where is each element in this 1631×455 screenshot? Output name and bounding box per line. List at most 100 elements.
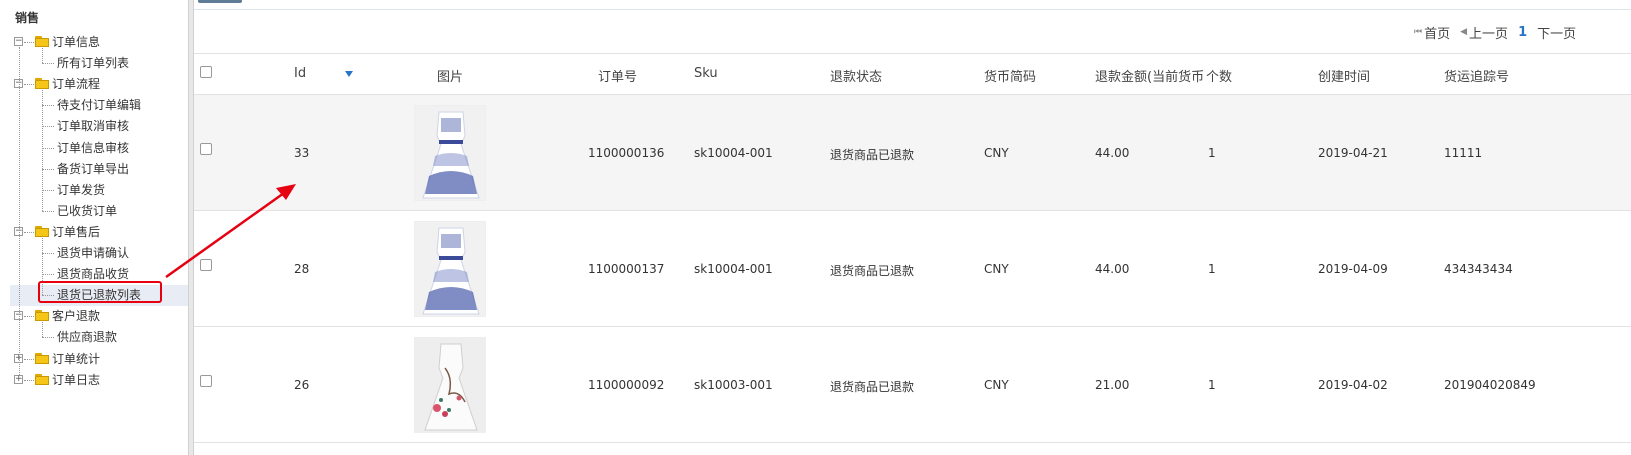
tree-connector xyxy=(42,337,54,339)
select-all-checkbox[interactable] xyxy=(200,66,212,78)
pager-first-label: 首页 xyxy=(1424,26,1451,42)
row-refund-status: 退货商品已退款 xyxy=(830,380,915,394)
tree-leaf-item[interactable]: 供应商退款 xyxy=(57,326,117,347)
table-row[interactable]: 33 1100000136 sk10004-001 退货商品已退款 CNY 44.00 1 2… xyxy=(194,95,1631,211)
tree-leaf-item[interactable]: 退货申请确认 xyxy=(57,242,129,263)
tree-group-label[interactable]: 订单日志 xyxy=(52,369,100,390)
row-order-no: 1100000136 xyxy=(588,146,665,160)
tree-group-label[interactable]: 订单流程 xyxy=(52,73,100,94)
tree-connector xyxy=(42,274,54,276)
tree-connector xyxy=(24,379,34,381)
tree-group-label[interactable]: 订单统计 xyxy=(52,348,100,369)
tree-connector xyxy=(42,126,54,128)
tree-connector xyxy=(42,48,43,64)
tree-connector xyxy=(42,168,54,170)
row-refund-amount: 44.00 xyxy=(1095,262,1130,276)
tree-connector xyxy=(42,105,54,107)
tree-leaf-item[interactable]: 所有订单列表 xyxy=(57,52,129,73)
row-sku: sk10003-001 xyxy=(694,378,773,392)
tree-toggle-icon[interactable]: − xyxy=(14,37,23,46)
row-created: 2019-04-02 xyxy=(1318,378,1388,392)
folder-icon xyxy=(35,225,49,237)
col-currency[interactable]: 货币简码 xyxy=(984,66,1036,85)
annotation-highlight-box xyxy=(38,281,162,303)
row-tracking: 11111 xyxy=(1444,146,1483,160)
folder-icon xyxy=(35,352,49,364)
tree-connector xyxy=(24,42,34,43)
tree-connector xyxy=(42,210,54,212)
tree-leaf-item[interactable]: 订单取消审核 xyxy=(57,115,129,136)
tree-connector xyxy=(42,322,43,338)
col-order-no[interactable]: 订单号 xyxy=(598,66,637,85)
tree-toggle-icon[interactable]: + xyxy=(14,374,23,384)
tree-connector xyxy=(42,63,54,65)
product-image[interactable] xyxy=(414,221,486,317)
tree-connector xyxy=(24,84,34,86)
folder-icon xyxy=(35,310,49,322)
tree-group-label[interactable]: 订单信息 xyxy=(52,31,100,52)
row-refund-status: 退货商品已退款 xyxy=(830,148,915,162)
pager-current[interactable]: 1 xyxy=(1518,25,1527,40)
tree-connector xyxy=(24,316,34,318)
tree-group-label[interactable]: 订单售后 xyxy=(52,221,100,242)
row-id: 33 xyxy=(294,146,310,160)
col-refund-status[interactable]: 退款状态 xyxy=(830,66,882,85)
row-order-no: 1100000092 xyxy=(588,378,665,392)
sidebar-tree: 销售 − 订单信息 所有订单列表 − 订单流程 待支付订单编辑 订单取消审核 订单信息审核 备货… xyxy=(0,0,188,455)
table-row[interactable]: 28 1100000137 sk10004-001 退货商品已退款 CNY 44.00 1 2… xyxy=(194,211,1631,327)
prev-page-icon: ◀ xyxy=(1460,27,1468,37)
pagination: ⏮ 首页 ◀ 上一页 1 下一页 xyxy=(1414,23,1586,42)
tree-leaf-item[interactable]: 订单发货 xyxy=(57,179,105,200)
col-tracking[interactable]: 货运追踪号 xyxy=(1444,66,1509,85)
tree-connector xyxy=(19,47,20,375)
col-qty[interactable]: 个数 xyxy=(1206,66,1232,85)
tree-leaf-item[interactable]: 订单信息审核 xyxy=(57,137,129,158)
first-page-icon: ⏮ xyxy=(1414,27,1423,37)
product-image[interactable] xyxy=(414,105,486,201)
row-refund-amount: 44.00 xyxy=(1095,146,1130,160)
toolbar-button[interactable] xyxy=(198,0,242,3)
folder-icon xyxy=(35,78,49,90)
col-id[interactable]: Id xyxy=(294,66,306,81)
col-created[interactable]: 创建时间 xyxy=(1318,66,1370,85)
table-row[interactable]: 26 1100000092 sk10003-001 退货商品已退款 CNY 21.00 1 2… xyxy=(194,327,1631,443)
row-qty: 1 xyxy=(1208,146,1216,160)
row-currency: CNY xyxy=(984,262,1009,276)
folder-icon xyxy=(35,373,49,385)
tree-group-label[interactable]: 客户退款 xyxy=(52,305,100,326)
col-refund-amount[interactable]: 退款金额(当前货币) xyxy=(1095,66,1205,85)
pager-prev[interactable]: ◀ 上一页 xyxy=(1460,23,1508,42)
product-image[interactable] xyxy=(414,337,486,433)
col-sku[interactable]: Sku xyxy=(694,66,718,81)
table-header: Id 图片 订单号 Sku 退款状态 货币简码 退款金额(当前货币) 个数 创建… xyxy=(194,53,1631,95)
row-currency: CNY xyxy=(984,378,1009,392)
tree-connector xyxy=(42,253,54,254)
tree-connector xyxy=(24,358,34,360)
tree-leaf-item[interactable]: 备货订单导出 xyxy=(57,158,129,179)
tree-leaf-item[interactable]: 已收货订单 xyxy=(57,200,117,221)
row-checkbox[interactable] xyxy=(200,143,212,155)
row-id: 26 xyxy=(294,378,310,392)
row-currency: CNY xyxy=(984,146,1009,160)
row-qty: 1 xyxy=(1208,262,1216,276)
tree-connector xyxy=(42,147,54,149)
row-order-no: 1100000137 xyxy=(588,262,665,276)
row-checkbox[interactable] xyxy=(200,259,212,271)
row-sku: sk10004-001 xyxy=(694,262,773,276)
tree-connector xyxy=(42,90,43,211)
folder-icon xyxy=(35,36,49,47)
row-tracking: 434343434 xyxy=(1444,262,1513,276)
tree-connector xyxy=(42,189,54,191)
row-checkbox[interactable] xyxy=(200,375,212,387)
divider xyxy=(194,9,1631,10)
pager-next[interactable]: 下一页 xyxy=(1537,23,1576,42)
tree-connector xyxy=(24,231,34,233)
col-image: 图片 xyxy=(437,70,464,85)
pager-first[interactable]: ⏮ 首页 xyxy=(1414,23,1450,42)
row-sku: sk10004-001 xyxy=(694,146,773,160)
tree-leaf-item[interactable]: 待支付订单编辑 xyxy=(57,94,141,115)
row-id: 28 xyxy=(294,262,310,276)
sort-desc-icon[interactable] xyxy=(345,71,353,77)
pager-prev-label: 上一页 xyxy=(1469,26,1509,42)
row-refund-status: 退货商品已退款 xyxy=(830,264,915,278)
